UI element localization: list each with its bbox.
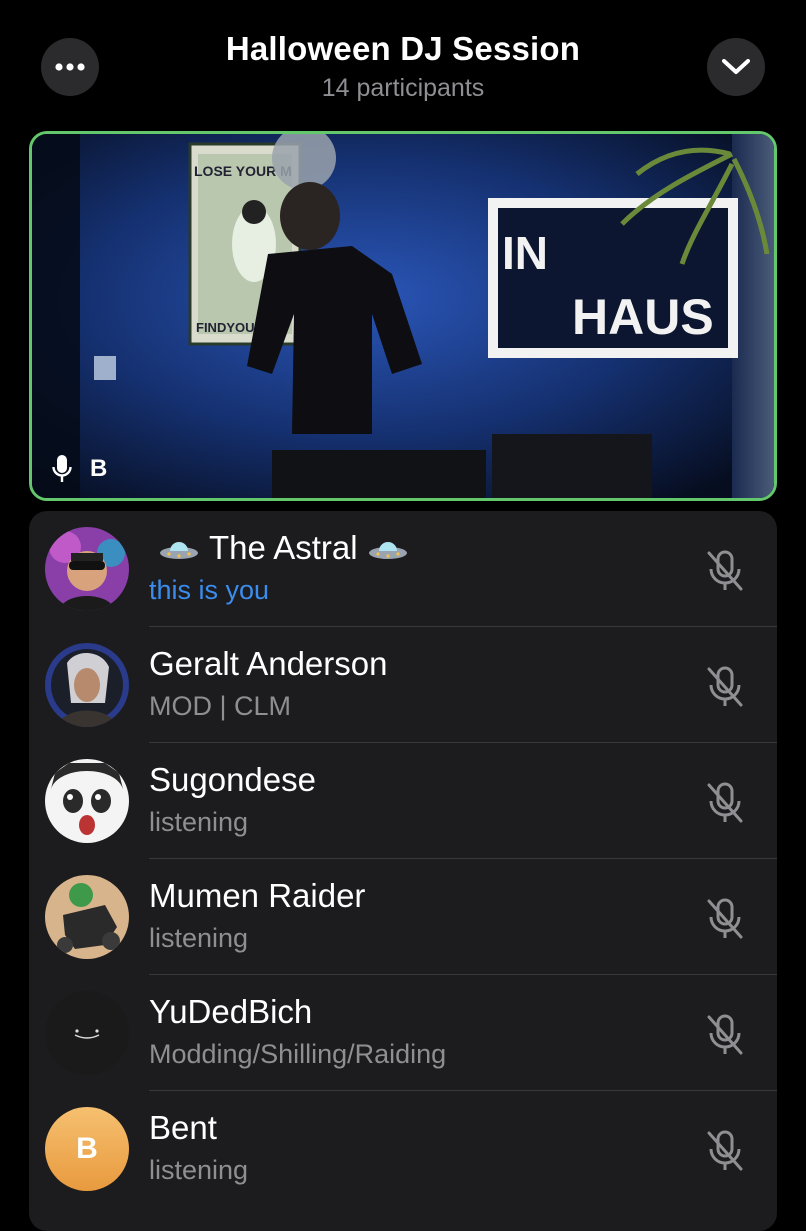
participant-row[interactable]: Geralt Anderson MOD | CLM xyxy=(29,627,777,743)
chevron-down-icon xyxy=(722,59,750,74)
mic-off-icon[interactable] xyxy=(705,1013,745,1057)
participant-name: Geralt Anderson xyxy=(149,645,388,682)
participant-name: Bent xyxy=(149,1109,217,1146)
participant-status: listening xyxy=(149,1155,249,1185)
avatar xyxy=(45,527,129,611)
call-title: Halloween DJ Session xyxy=(225,30,581,67)
dj-controller xyxy=(272,450,486,498)
avatar: B xyxy=(45,1107,129,1191)
video-frame: LOSE YOUR M FINDYOURSO IN HAUS xyxy=(32,134,774,498)
avatar xyxy=(45,991,129,1075)
participant-status: MOD | CLM xyxy=(149,691,292,721)
participant-name: The Astral xyxy=(149,529,418,567)
participant-row[interactable]: YuDedBich Modding/Shilling/Raiding xyxy=(29,975,777,1091)
speaker-initial: B xyxy=(90,455,108,482)
participants-list: The Astral this is you Geralt Anderson M… xyxy=(29,511,777,1231)
participant-name: Sugondese xyxy=(149,761,316,798)
participant-status: Modding/Shilling/Raiding xyxy=(149,1039,447,1069)
ufo-icon xyxy=(368,542,407,560)
collapse-button[interactable] xyxy=(707,38,765,96)
participant-row[interactable]: The Astral this is you xyxy=(29,511,777,627)
microphone-icon xyxy=(52,455,72,482)
participant-status: this is you xyxy=(149,575,270,605)
ufo-icon xyxy=(160,542,198,560)
video-caption: B xyxy=(52,454,107,484)
participant-count: 14 participants xyxy=(321,74,485,102)
mic-off-icon[interactable] xyxy=(705,897,745,941)
call-header: Halloween DJ Session 14 participants xyxy=(0,0,806,120)
mic-off-icon[interactable] xyxy=(705,549,745,593)
participant-row[interactable]: Mumen Raider listening xyxy=(29,859,777,975)
participant-status: listening xyxy=(149,923,249,953)
participant-name: Mumen Raider xyxy=(149,877,366,914)
avatar xyxy=(45,875,129,959)
mic-off-icon[interactable] xyxy=(705,665,745,709)
participant-name: YuDedBich xyxy=(149,993,313,1030)
svg-text:HAUS: HAUS xyxy=(572,289,714,345)
participant-row[interactable]: B Bent listening xyxy=(29,1091,777,1207)
mic-off-icon[interactable] xyxy=(705,1129,745,1173)
participant-row[interactable]: Sugondese listening xyxy=(29,743,777,859)
svg-text:IN: IN xyxy=(502,227,548,279)
participant-name-text: The Astral xyxy=(209,529,358,566)
mic-off-icon[interactable] xyxy=(705,781,745,825)
avatar xyxy=(45,759,129,843)
avatar xyxy=(45,643,129,727)
video-stream-tile[interactable]: LOSE YOUR M FINDYOURSO IN HAUS B xyxy=(29,131,777,501)
participant-status: listening xyxy=(149,807,249,837)
